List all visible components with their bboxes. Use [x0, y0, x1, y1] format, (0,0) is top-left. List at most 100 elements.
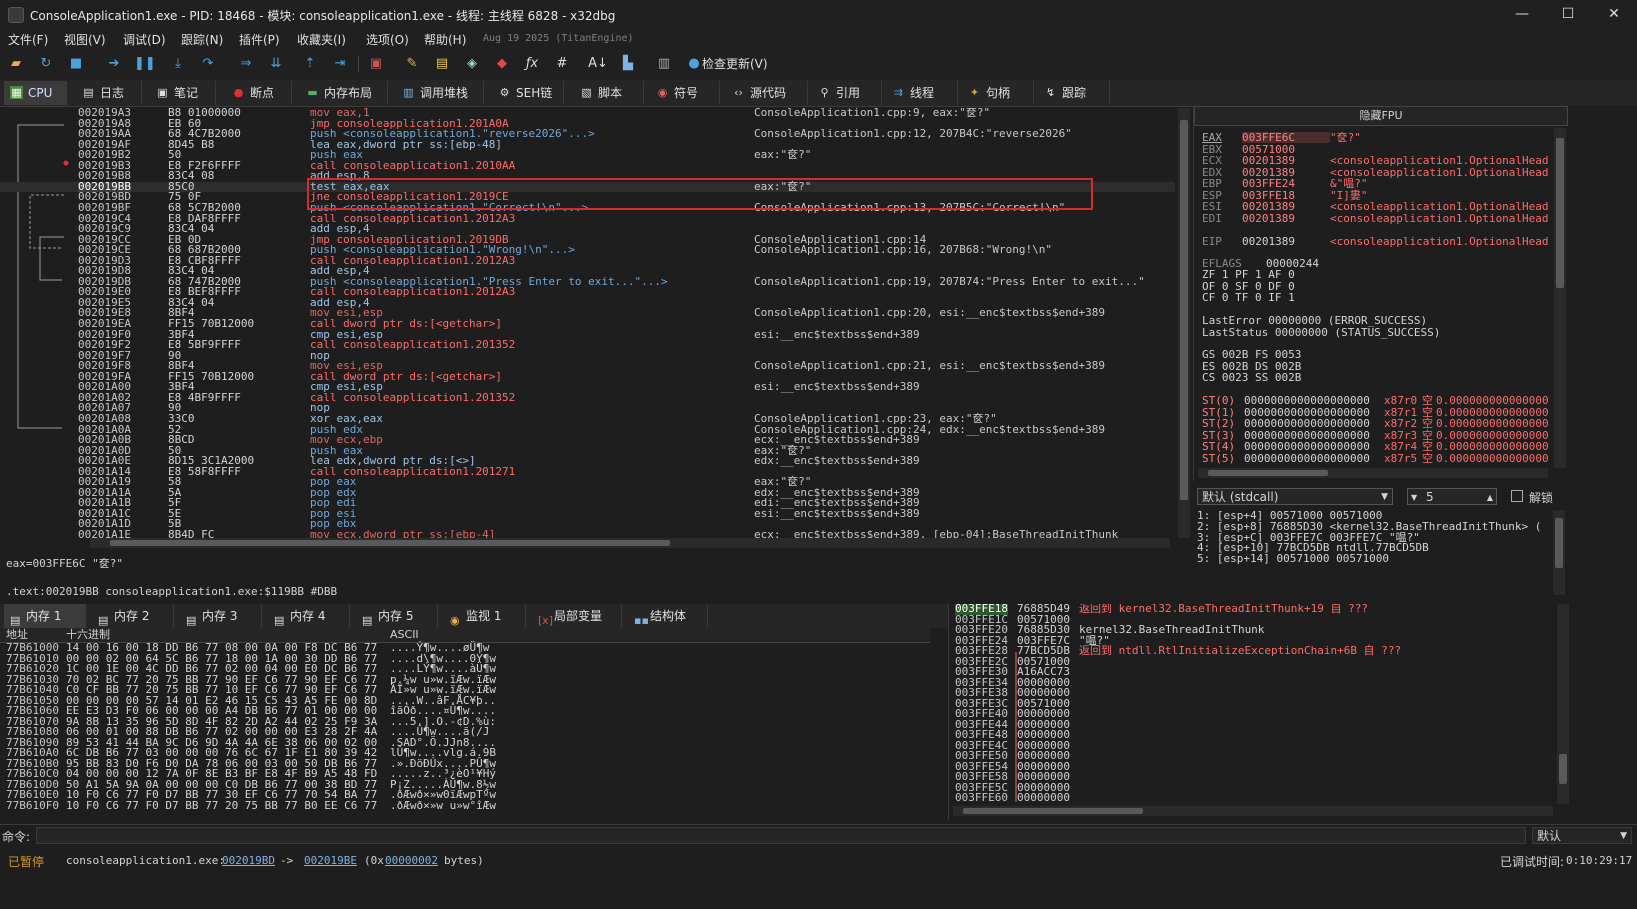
stack-comment: 返回到 ntdll.RtlInitializeExceptionChain+6B… — [1079, 644, 1402, 657]
bookmarks-icon[interactable]: ◆ — [492, 54, 512, 74]
stack-hscroll[interactable] — [953, 806, 1553, 816]
tab-label: SEH链 — [516, 86, 553, 100]
tab-threads[interactable]: ⇉ 线程 — [886, 81, 958, 105]
status-arrow: -> — [280, 854, 294, 867]
tab-symbols[interactable]: ◉ 符号 — [650, 81, 720, 105]
argument-count-value: 5 — [1426, 490, 1434, 504]
register-eax[interactable]: EAX 003FFE6C "奁?" — [1202, 132, 1361, 144]
scylla-icon[interactable]: ▣ — [366, 54, 386, 74]
menu-plugins[interactable]: 插件(P) — [239, 31, 280, 48]
hash-icon[interactable]: # — [552, 54, 572, 74]
run-to-user-code-icon[interactable]: ⇥ — [330, 54, 350, 74]
calling-convention-select[interactable]: 默认 (stdcall) ▼ — [1197, 488, 1393, 505]
instruction-comment: ConsoleApplication1.cpp:9, eax:"奁?" — [754, 108, 991, 119]
tab-source[interactable]: ‹› 源代码 — [726, 81, 808, 105]
tab-locals[interactable]: [x] 局部变量 — [532, 604, 622, 628]
calculator-icon[interactable]: ▥ — [654, 54, 674, 74]
step-over-icon[interactable]: ↷ — [198, 54, 218, 74]
tab-label: 线程 — [910, 86, 935, 100]
fpu-register[interactable]: ST(5) 0000000000000000000 x87r5 空 0.00000000… — [1202, 452, 1549, 464]
command-input[interactable] — [36, 827, 1526, 844]
stack-row[interactable]: 003FFE60 00000000 — [949, 792, 1549, 804]
register-edi[interactable]: EDI 00201389 <consoleapplication1.Optional… — [1202, 212, 1549, 224]
register-value: 003FFE24 — [1242, 177, 1295, 190]
stop-icon[interactable]: ■ — [66, 54, 86, 74]
menu-debug[interactable]: 调试(D) — [123, 31, 166, 48]
argument-row[interactable]: 5: [esp+14] 00571000 00571000 — [1197, 553, 1389, 565]
pause-icon[interactable]: ❚❚ — [134, 54, 156, 74]
tab-memory-1[interactable]: ▤ 内存 1 — [4, 604, 86, 628]
tab-script[interactable]: ▧ 脚本 — [574, 81, 644, 105]
restart-icon[interactable]: ↻ — [36, 54, 56, 74]
minimize-button[interactable]: — — [1499, 0, 1545, 29]
trace-into-icon[interactable]: ⇒ — [236, 54, 256, 74]
labels-icon[interactable]: ◈ — [462, 54, 482, 74]
hide-fpu-button[interactable]: 隐藏FPU — [1194, 106, 1568, 126]
command-mode-select[interactable]: 默认 ▼ — [1532, 827, 1632, 844]
instruction-comment: ConsoleApplication1.cpp:20, esi:__enc$te… — [754, 306, 1105, 320]
debug-state: 已暂停 — [8, 855, 45, 869]
run-icon[interactable]: ➔ — [104, 54, 124, 74]
patch-icon[interactable]: ✎ — [402, 54, 422, 74]
registers-vscroll[interactable] — [1554, 128, 1566, 468]
argument-count-spinner[interactable]: 5 ▼ ▲ — [1407, 488, 1497, 505]
tab-handles[interactable]: ✦ 句柄 — [962, 81, 1034, 105]
maximize-button[interactable]: ☐ — [1545, 0, 1591, 29]
last-error: LastError 00000000 (ERROR_SUCCESS) — [1202, 314, 1428, 327]
menu-favourites[interactable]: 收藏夹(I) — [297, 31, 346, 48]
eip-register[interactable]: EIP 00201389 <consoleapplication1.Optional… — [1202, 236, 1549, 248]
menu-file[interactable]: 文件(F) — [8, 31, 48, 48]
instruction-comment: ConsoleApplication1.cpp:21, esi:__enc$te… — [754, 359, 1105, 373]
menu-options[interactable]: 选项(O) — [366, 31, 409, 48]
flags-row[interactable]: CF 0 TF 0 IF 1 — [1202, 292, 1295, 304]
disassembly-hscroll[interactable] — [90, 538, 1170, 548]
tab-notes[interactable]: ▣ 笔记 — [150, 81, 216, 105]
tab-trace[interactable]: ↯ 跟踪 — [1038, 81, 1110, 105]
tab-struct[interactable]: ▪▪ 结构体 — [628, 604, 708, 628]
title-bar: ConsoleApplication1.exe - PID: 18468 - 模… — [0, 0, 1637, 29]
registers-hscroll[interactable] — [1198, 468, 1548, 478]
trace-over-icon[interactable]: ⇊ — [266, 54, 286, 74]
tab-references[interactable]: ⚲ 引用 — [812, 81, 882, 105]
comments-icon[interactable]: ▤ — [432, 54, 452, 74]
fpu-empty: 空 — [1422, 417, 1433, 430]
tab-breakpoints[interactable]: ● 断点 — [226, 81, 292, 105]
cpu-icon: ▦ — [10, 86, 23, 99]
menu-help[interactable]: 帮助(H) — [424, 31, 466, 48]
tab-memory-map[interactable]: ▬ 内存布局 — [300, 81, 388, 105]
close-button[interactable]: ✕ — [1591, 0, 1637, 29]
open-icon[interactable]: ▰ — [6, 54, 26, 74]
tab-log[interactable]: ▤ 日志 — [76, 81, 142, 105]
tab-call-stack[interactable]: ▥ 调用堆栈 — [396, 81, 484, 105]
menu-trace[interactable]: 跟踪(N) — [181, 31, 223, 48]
symbols-icon: ◉ — [657, 86, 668, 99]
status-to-address[interactable]: 002019BE — [304, 854, 357, 867]
status-from-address[interactable]: 002019BD — [222, 854, 275, 867]
disassembly-vscroll[interactable] — [1178, 108, 1190, 538]
execute-till-return-icon[interactable]: ⇡ — [300, 54, 320, 74]
globe-icon[interactable]: ● — [684, 54, 704, 74]
hex-dump[interactable]: 地址 十六进制 ASCII 77B61000 14 00 16 00 18 DD … — [0, 628, 930, 820]
tab-memory-2[interactable]: ▤ 内存 2 — [92, 604, 174, 628]
tab-memory-4[interactable]: ▤ 内存 4 — [268, 604, 350, 628]
tab-cpu[interactable]: ▦ CPU — [4, 81, 67, 105]
arguments-vscroll[interactable] — [1553, 510, 1565, 595]
tab-watch-1[interactable]: ◉ 监视 1 — [444, 604, 526, 628]
tab-seh[interactable]: ⚙ SEH链 — [492, 81, 564, 105]
step-into-icon[interactable]: ⤓ — [168, 54, 188, 74]
font-icon[interactable]: A↓ — [588, 54, 608, 74]
fpu-empty: 空 — [1422, 394, 1433, 407]
calling-convention-value: 默认 (stdcall) — [1202, 490, 1279, 504]
status-size[interactable]: 00000002 — [385, 854, 438, 867]
stack-view[interactable]: 003FFE18 76885D49 返回到 kernel32.BaseThreadI… — [948, 604, 1637, 820]
tab-memory-3[interactable]: ▤ 内存 3 — [180, 604, 262, 628]
stack-vscroll[interactable] — [1557, 604, 1569, 804]
check-update-button[interactable]: 检查更新(V) — [702, 55, 768, 72]
functions-icon[interactable]: ƒx — [522, 54, 542, 74]
disassembly-view[interactable]: 002019A3 B8 01000000 mov eax,1 ConsoleAppli… — [0, 108, 1190, 558]
module-icon[interactable]: ▙ — [618, 54, 638, 74]
flags-row[interactable]: ZF 1 PF 1 AF 0 — [1202, 269, 1295, 281]
tab-memory-5[interactable]: ▤ 内存 5 — [356, 604, 438, 628]
unlock-checkbox[interactable] — [1511, 490, 1523, 502]
menu-view[interactable]: 视图(V) — [64, 31, 106, 48]
